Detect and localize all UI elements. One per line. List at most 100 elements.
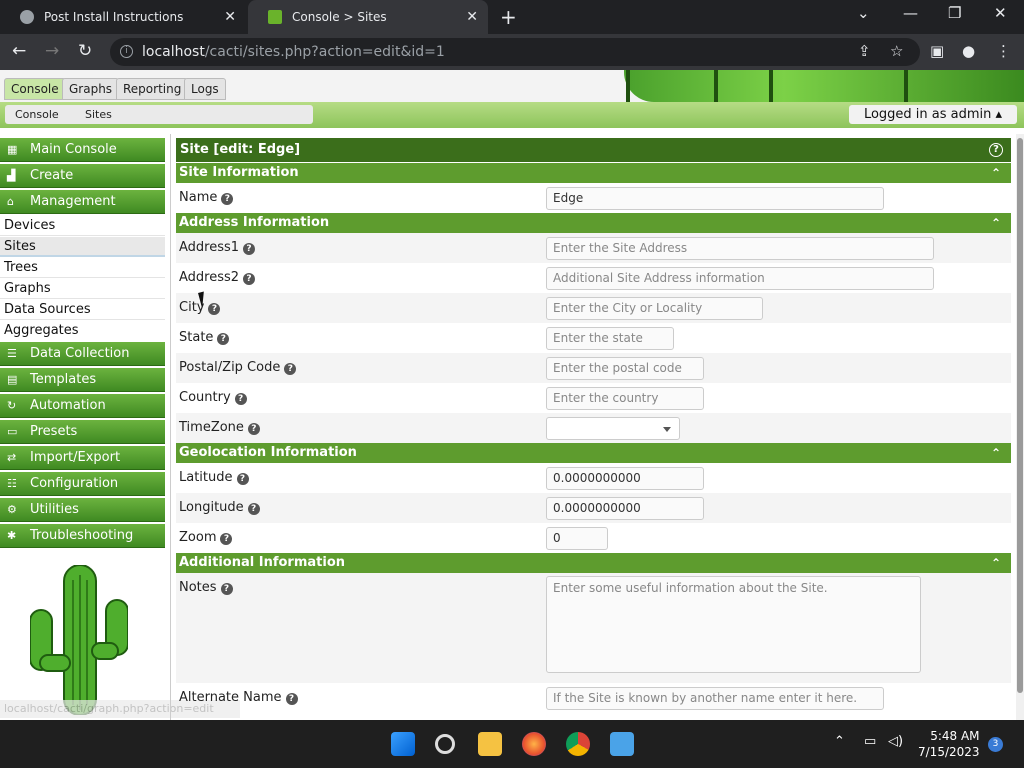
- breadcrumb-console[interactable]: Console: [15, 108, 59, 121]
- sidebar-item-data-sources[interactable]: Data Sources: [0, 300, 165, 320]
- bug-icon: ✱: [7, 529, 17, 542]
- share-icon[interactable]: ⇪: [858, 42, 871, 60]
- row-timezone: TimeZone?: [176, 413, 1011, 443]
- section-address-information[interactable]: Address Information ⌃: [176, 213, 1011, 233]
- chevron-down-icon: [663, 427, 671, 432]
- sidebar-utilities[interactable]: ⚙ Utilities: [0, 498, 165, 522]
- sidebar-templates[interactable]: ▤ Templates: [0, 368, 165, 392]
- notification-badge[interactable]: 3: [988, 737, 1003, 752]
- address2-field[interactable]: Additional Site Address information: [546, 267, 934, 290]
- postal-field[interactable]: Enter the postal code: [546, 357, 704, 380]
- sidebar-data-collection[interactable]: ☰ Data Collection: [0, 342, 165, 366]
- windows-start-icon[interactable]: [391, 732, 415, 756]
- back-icon[interactable]: ←: [12, 41, 26, 61]
- help-icon[interactable]: ?: [247, 503, 260, 515]
- sidebar-item-graphs[interactable]: Graphs: [0, 279, 165, 299]
- breadcrumb-bar: Console Sites Logged in as admin ▴: [0, 102, 1024, 128]
- address2-label: Address2: [179, 270, 240, 285]
- menu-icon[interactable]: ⋮: [996, 42, 1011, 60]
- sidebar-configuration[interactable]: ☷ Configuration: [0, 472, 165, 496]
- collapse-icon[interactable]: ⌃: [991, 163, 1001, 183]
- reload-icon[interactable]: ↻: [78, 41, 92, 61]
- close-icon[interactable]: ✕: [466, 9, 478, 25]
- latitude-field[interactable]: 0.0000000000: [546, 467, 704, 490]
- tab-console-sites[interactable]: Console > Sites ✕: [248, 0, 488, 34]
- login-status[interactable]: Logged in as admin ▴: [849, 105, 1017, 124]
- tab-search-chevron-icon[interactable]: ⌄: [857, 4, 870, 22]
- row-zoom: Zoom? 0: [176, 523, 1011, 553]
- chrome-icon[interactable]: [566, 732, 590, 756]
- alternate-name-field[interactable]: If the Site is known by another name ent…: [546, 687, 884, 710]
- name-field[interactable]: Edge: [546, 187, 884, 210]
- profile-icon[interactable]: ●: [962, 42, 975, 60]
- sidebar-presets[interactable]: ▭ Presets: [0, 420, 165, 444]
- volume-icon[interactable]: ◁): [888, 734, 903, 749]
- scrollbar-thumb[interactable]: [1017, 138, 1023, 693]
- state-field[interactable]: Enter the state: [546, 327, 674, 350]
- bookmark-star-icon[interactable]: ☆: [890, 42, 903, 60]
- site-info-icon[interactable]: i: [120, 45, 133, 58]
- sidebar-create[interactable]: ▟ Create: [0, 164, 165, 188]
- help-icon[interactable]: ?: [989, 143, 1003, 157]
- new-tab-icon[interactable]: +: [500, 5, 517, 29]
- country-field[interactable]: Enter the country: [546, 387, 704, 410]
- help-icon[interactable]: ?: [220, 583, 233, 595]
- tab-post-install[interactable]: Post Install Instructions ✕: [0, 0, 246, 34]
- sidebar-item-sites[interactable]: Sites: [0, 237, 165, 257]
- globe-icon: [20, 10, 34, 24]
- sidebar-item-aggregates[interactable]: Aggregates: [0, 321, 165, 341]
- sidebar-item-devices[interactable]: Devices: [0, 216, 165, 236]
- address1-field[interactable]: Enter the Site Address: [546, 237, 934, 260]
- window-close-icon[interactable]: ✕: [994, 4, 1007, 22]
- sidebar-item-trees[interactable]: Trees: [0, 258, 165, 278]
- tray-chevron-up-icon[interactable]: ⌃: [834, 734, 845, 749]
- forward-icon[interactable]: →: [45, 41, 59, 61]
- network-icon[interactable]: ▭: [864, 734, 876, 749]
- help-icon[interactable]: ?: [236, 473, 249, 485]
- close-icon[interactable]: ✕: [224, 9, 236, 25]
- help-icon[interactable]: ?: [285, 693, 298, 705]
- breadcrumb-sites[interactable]: Sites: [85, 108, 112, 121]
- menu-label: Management: [30, 194, 116, 209]
- minimize-icon[interactable]: —: [903, 4, 918, 22]
- help-icon[interactable]: ?: [243, 273, 256, 285]
- notepad-icon[interactable]: [610, 732, 634, 756]
- help-icon[interactable]: ?: [217, 333, 230, 345]
- help-icon[interactable]: ?: [221, 193, 234, 205]
- url-field[interactable]: i localhost/cacti/sites.php?action=edit&…: [110, 38, 920, 66]
- sidebar-management[interactable]: ⌂ Management: [0, 190, 165, 214]
- zoom-field[interactable]: 0: [546, 527, 608, 550]
- help-icon[interactable]: ?: [247, 423, 260, 435]
- side-panel-icon[interactable]: ▣: [930, 42, 944, 60]
- help-icon[interactable]: ?: [220, 533, 233, 545]
- timezone-select[interactable]: [546, 417, 680, 440]
- help-icon[interactable]: ?: [284, 363, 297, 375]
- sidebar-main-console[interactable]: ▦ Main Console: [0, 138, 165, 162]
- help-icon[interactable]: ?: [208, 303, 221, 315]
- help-icon[interactable]: ?: [234, 393, 247, 405]
- tab-reporting[interactable]: Reporting: [116, 78, 189, 100]
- section-additional-information[interactable]: Additional Information ⌃: [176, 553, 1011, 573]
- collapse-icon[interactable]: ⌃: [991, 553, 1001, 573]
- file-explorer-icon[interactable]: [478, 732, 502, 756]
- city-field[interactable]: Enter the City or Locality: [546, 297, 763, 320]
- section-geolocation-information[interactable]: Geolocation Information ⌃: [176, 443, 1011, 463]
- firefox-icon[interactable]: [522, 732, 546, 756]
- help-icon[interactable]: ?: [243, 243, 256, 255]
- tab-console[interactable]: Console: [4, 78, 66, 100]
- row-address1: Address1? Enter the Site Address: [176, 233, 1011, 263]
- sidebar-automation[interactable]: ↻ Automation: [0, 394, 165, 418]
- sidebar-import-export[interactable]: ⇄ Import/Export: [0, 446, 165, 470]
- longitude-field[interactable]: 0.0000000000: [546, 497, 704, 520]
- notes-textarea[interactable]: Enter some useful information about the …: [546, 576, 921, 673]
- restore-icon[interactable]: ❐: [948, 4, 961, 22]
- collapse-icon[interactable]: ⌃: [991, 213, 1001, 233]
- section-site-information[interactable]: Site Information ⌃: [176, 163, 1011, 183]
- tab-logs[interactable]: Logs: [184, 78, 226, 100]
- search-icon[interactable]: [435, 734, 455, 754]
- tab-graphs[interactable]: Graphs: [62, 78, 120, 100]
- scrollbar[interactable]: [1016, 134, 1024, 720]
- taskbar-clock[interactable]: 5:48 AM 7/15/2023: [918, 728, 980, 760]
- collapse-icon[interactable]: ⌃: [991, 443, 1001, 463]
- sidebar-troubleshooting[interactable]: ✱ Troubleshooting: [0, 524, 165, 548]
